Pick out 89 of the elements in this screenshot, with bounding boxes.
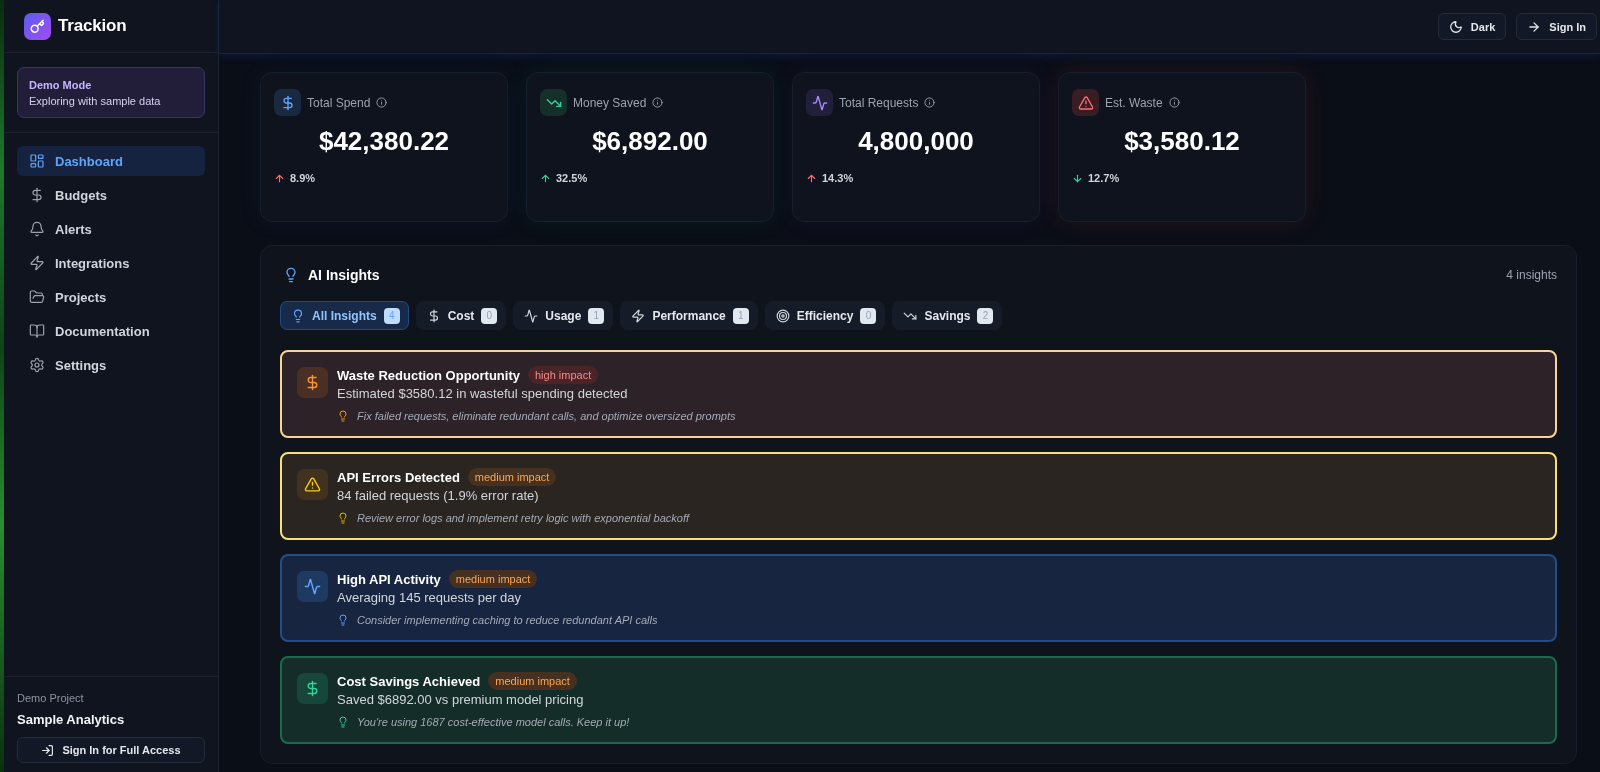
sign-in-icon: [41, 743, 55, 757]
brand-name: Trackion: [58, 16, 127, 36]
logo-icon: [24, 12, 51, 40]
warning-icon: [297, 469, 328, 500]
book-icon: [29, 323, 45, 339]
impact-badge: medium impact: [488, 672, 577, 690]
lightbulb-icon: [283, 267, 299, 283]
count-badge: 0: [860, 307, 877, 324]
stat-title: Money Saved: [573, 95, 647, 110]
folder-icon: [29, 289, 45, 305]
insight-tip: You're using 1687 cost-effective model calls. Keep it up!: [357, 715, 630, 729]
dollar-icon: [274, 89, 301, 116]
impact-badge: medium impact: [448, 570, 538, 588]
insight-title: API Errors Detected: [337, 469, 460, 485]
arrow-right-icon: [1527, 19, 1542, 34]
stat-change: 32.5%: [556, 171, 588, 185]
theme-toggle-button[interactable]: Dark: [1437, 13, 1507, 40]
nav-item[interactable]: Dashboard: [17, 146, 205, 176]
pulse-icon: [297, 571, 328, 602]
filter-tab[interactable]: Usage 1: [513, 301, 614, 330]
dollar-icon: [29, 187, 45, 203]
filter-tab[interactable]: Performance 1: [620, 301, 758, 330]
filter-tab[interactable]: Savings 2: [892, 301, 1003, 330]
lightning-icon: [631, 308, 646, 323]
nav-item[interactable]: Alerts: [17, 214, 205, 244]
nav-item[interactable]: Integrations: [17, 248, 205, 278]
lightbulb-icon: [337, 512, 349, 524]
target-icon: [775, 308, 790, 323]
filter-tab[interactable]: Efficiency 0: [764, 301, 886, 330]
info-icon: [652, 97, 664, 108]
nav-item[interactable]: Budgets: [17, 180, 205, 210]
stat-title: Total Spend: [307, 95, 371, 110]
trending-down-icon: [540, 89, 567, 116]
filter-tab[interactable]: All Insights 4: [280, 301, 409, 330]
bell-icon: [29, 221, 45, 237]
impact-badge: medium impact: [467, 468, 557, 486]
insight-description: Averaging 145 requests per day: [337, 589, 523, 607]
nav-item[interactable]: Projects: [17, 282, 205, 312]
project-name: Sample Analytics: [17, 713, 126, 727]
stat-value: 4,800,000: [857, 126, 975, 156]
lightbulb-icon: [291, 308, 305, 323]
pulse-icon: [524, 308, 539, 323]
info-icon: [924, 97, 936, 108]
project-caption: Demo Project: [17, 691, 85, 705]
insight-tip: Review error logs and implement retry logic with exponential backoff: [357, 511, 689, 525]
nav-item[interactable]: Settings: [17, 350, 205, 380]
insight-description: 84 failed requests (1.9% error rate): [337, 487, 540, 505]
info-icon: [1168, 97, 1180, 108]
sign-in-full-access-button[interactable]: Sign In for Full Access: [17, 737, 205, 763]
lightning-icon: [29, 255, 45, 271]
insight-count: 4 insights: [1506, 268, 1557, 282]
count-badge: 4: [383, 307, 400, 324]
sign-in-button[interactable]: Sign In: [1516, 13, 1597, 40]
stat-title: Est. Waste: [1105, 95, 1163, 110]
warning-icon: [1072, 89, 1099, 116]
insight-title: High API Activity: [337, 571, 441, 587]
count-badge: 1: [588, 307, 605, 324]
stat-value: $42,380.22: [317, 126, 451, 156]
demo-mode-title: Demo Mode: [29, 78, 93, 91]
stat-change: 8.9%: [290, 171, 316, 185]
stat-value: $3,580.12: [1123, 126, 1241, 156]
nav-item[interactable]: Documentation: [17, 316, 205, 346]
count-badge: 2: [977, 307, 994, 324]
dollar-icon: [297, 673, 328, 704]
count-badge: 0: [481, 307, 498, 324]
demo-mode-text: Exploring with sample data: [29, 94, 162, 107]
lightbulb-icon: [337, 716, 349, 728]
insight-title: Waste Reduction Opportunity: [337, 367, 520, 383]
stat-title: Total Requests: [839, 95, 919, 110]
count-badge: 1: [732, 307, 749, 324]
insight-tip: Fix failed requests, eliminate redundant calls, and optimize oversized prompts: [357, 409, 736, 423]
impact-badge: high impact: [527, 366, 599, 384]
lightbulb-icon: [337, 614, 349, 626]
moon-icon: [1448, 19, 1463, 34]
stat-value: $6,892.00: [591, 126, 709, 156]
insight-tip: Consider implementing caching to reduce redundant API calls: [357, 613, 658, 627]
pulse-icon: [806, 89, 833, 116]
settings-icon: [29, 357, 45, 373]
insight-description: Estimated $3580.12 in wasteful spending detected: [337, 385, 629, 403]
stat-change: 12.7%: [1088, 171, 1120, 185]
insight-title: Cost Savings Achieved: [337, 673, 481, 689]
insight-description: Saved $6892.00 vs premium model pricing: [337, 691, 585, 709]
dashboard-icon: [29, 153, 45, 169]
stat-change: 14.3%: [822, 171, 854, 185]
dollar-icon: [297, 367, 328, 398]
lightbulb-icon: [337, 410, 349, 422]
info-icon: [376, 97, 388, 108]
filter-tab[interactable]: Cost 0: [415, 301, 507, 330]
panel-title: AI Insights: [308, 267, 380, 283]
